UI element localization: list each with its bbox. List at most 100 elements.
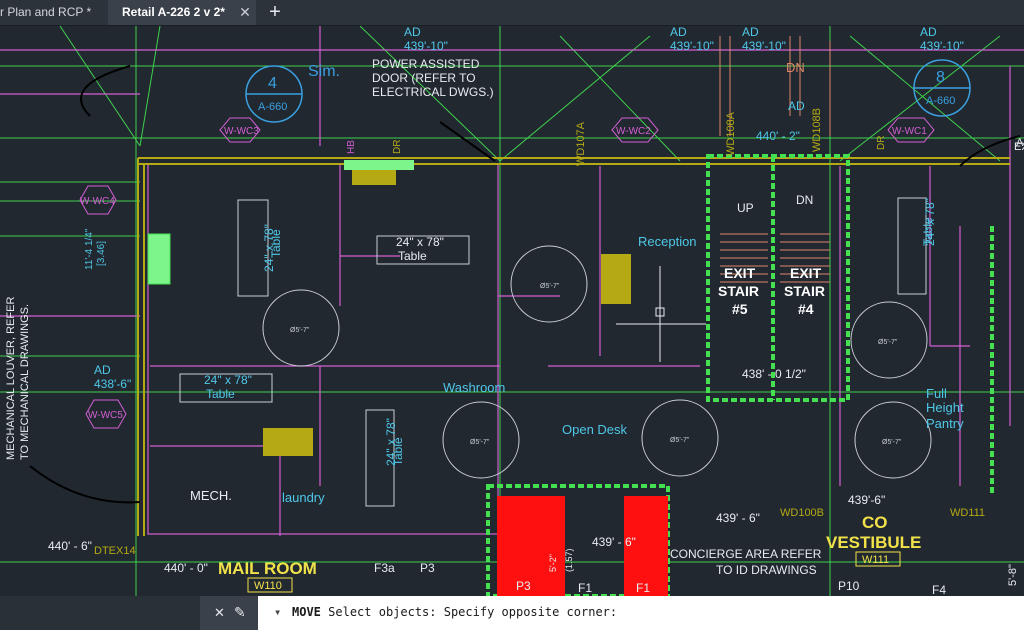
elev-440-0: 440' - 0" xyxy=(164,561,208,575)
mail-room-name: MAIL ROOM xyxy=(218,559,317,578)
round-table-4-label: Ø5'-7" xyxy=(670,437,690,444)
command-line-bar: ✕ ✎ ▾ MOVE Select objects: Specify oppos… xyxy=(0,596,1024,630)
round-table-6-label: Ø5'-7" xyxy=(882,439,902,446)
room-laundry: laundry xyxy=(282,490,325,505)
exterior-walls xyxy=(137,157,1010,536)
stair-elevation: 438' - 0 1/2" xyxy=(742,367,806,381)
command-line-controls: ✕ ✎ xyxy=(200,596,258,630)
stair-4-line-2: STAIR xyxy=(784,283,825,299)
elev-439-6-c: 439' - 6" xyxy=(592,535,636,549)
power-door-note-3: ELECTRICAL DWGS.) xyxy=(372,85,494,99)
tag-p10: P10 xyxy=(838,579,860,593)
tag-f1-2: F1 xyxy=(636,581,650,595)
tag-f4: F4 xyxy=(932,583,946,596)
ad-label-4: AD xyxy=(920,26,937,39)
elev-439-6: 439'-6" xyxy=(848,493,885,507)
tab-retail-a226[interactable]: Retail A-226 2 v 2* xyxy=(108,0,256,25)
command-name: MOVE xyxy=(292,605,321,619)
round-table-3-label: Ø5'-7" xyxy=(470,439,490,446)
power-door-note-1: POWER ASSISTED xyxy=(372,57,480,71)
co-vestibule-tag: W111 xyxy=(862,554,889,566)
mark-dr-2: DR xyxy=(876,136,887,150)
tag-f1-1: F1 xyxy=(578,581,592,595)
stair-5-line-3: #5 xyxy=(732,301,748,317)
section-markers xyxy=(245,59,971,123)
stair-4-dir: DN xyxy=(796,193,813,207)
elev-440-6: 440' - 6" xyxy=(48,539,92,553)
door-tag-wd100b: WD100B xyxy=(780,507,824,519)
table-3-size: 24" x 78" xyxy=(204,373,252,387)
dim-1-57: (1.57) xyxy=(564,548,574,572)
command-prompt-text: Select objects: Specify opposite corner: xyxy=(328,605,618,619)
command-line-input[interactable]: ▾ MOVE Select objects: Specify opposite … xyxy=(258,596,1024,630)
document-tab-bar: r Plan and RCP * Retail A-226 2 v 2* ✕ + xyxy=(0,0,1024,26)
tab-floor-plan[interactable]: r Plan and RCP * xyxy=(0,0,106,25)
close-icon[interactable]: ✕ xyxy=(214,605,225,621)
elev-439-6-b: 439' - 6" xyxy=(716,511,760,525)
drawing-canvas[interactable]: AD 439'-10" AD 439'-10" AD 439'-10" AD 4… xyxy=(0,26,1024,596)
table-5-label: Table xyxy=(921,217,935,246)
elev-label-5: 440' - 2" xyxy=(756,129,800,143)
tag-p3-1: P3 xyxy=(420,561,435,575)
room-mech: MECH. xyxy=(190,488,232,503)
wc1-tag: W-WC1 xyxy=(892,126,927,137)
round-table-1-label: Ø5'-7" xyxy=(290,327,310,334)
fixtures xyxy=(263,169,631,456)
tag-p3-2: P3 xyxy=(516,579,531,593)
stair-5-dir: UP xyxy=(737,201,754,215)
co-vestibule-line-2: VESTIBULE xyxy=(826,533,921,552)
dim-5-2: 5'-2" xyxy=(548,554,558,572)
room-pantry-3: Pantry xyxy=(926,416,964,431)
co-vestibule-line-1: CO xyxy=(862,513,888,532)
concierge-note-2: TO ID DRAWINGS xyxy=(716,563,817,577)
mark-dr-1: DR xyxy=(392,140,403,154)
door-tag-wd108b: WD108B xyxy=(811,108,823,152)
concierge-note-1: CONCIERGE AREA REFER xyxy=(670,547,822,561)
stair-5-line-2: STAIR xyxy=(718,283,759,299)
dn-label-top: DN xyxy=(786,60,805,75)
round-tables xyxy=(262,245,932,479)
mech-louver-note-2: TO MECHANICAL DRAWINGS. xyxy=(19,304,31,460)
floor-plan-drawing[interactable]: AD 439'-10" AD 439'-10" AD 439'-10" AD 4… xyxy=(0,26,1024,596)
section-8-number: 8 xyxy=(936,69,945,86)
command-history-icon[interactable]: ▾ xyxy=(274,605,281,619)
dim-11-4: 11'-4 1/4" xyxy=(84,228,95,270)
ad-label-2: AD xyxy=(670,26,687,39)
wrench-icon[interactable]: ✎ xyxy=(234,604,246,621)
table-2-size: 24" x 78" xyxy=(396,235,444,249)
close-tab-icon[interactable]: ✕ xyxy=(236,0,254,25)
round-table-5-label: Ø5'-7" xyxy=(878,339,898,346)
louver-fixture xyxy=(147,233,171,285)
stair-4-line-3: #4 xyxy=(798,301,814,317)
door-tag-wd111: WD111 xyxy=(950,507,985,519)
room-reception: Reception xyxy=(638,234,697,249)
mech-louver-note-1: MECHANICAL LOUVER, REFER xyxy=(5,297,17,460)
ad-label-6: AD xyxy=(94,363,111,377)
mail-room-tag: W110 xyxy=(254,580,282,592)
wc3-tag: W-WC3 xyxy=(224,126,259,137)
rectangular-tables xyxy=(179,197,927,507)
add-tab-icon[interactable]: + xyxy=(264,0,286,25)
elev-label-3: 439'-10" xyxy=(742,39,786,53)
dim-right: 5'-8" xyxy=(1007,564,1019,586)
leader-arrows xyxy=(29,65,1021,504)
ad-label-3: AD xyxy=(742,26,759,39)
tag-f3a: F3a xyxy=(374,561,395,575)
room-washroom: Washroom xyxy=(443,380,505,395)
wc4-tag: W-WC4 xyxy=(80,196,115,207)
sim-label: Sim. xyxy=(308,63,340,80)
table-4-label: Table xyxy=(391,437,405,466)
room-pantry-1: Full xyxy=(926,386,947,401)
elev-label-1: 439'-10" xyxy=(404,39,448,53)
mark-hb-1: HB xyxy=(346,140,357,154)
tab-floor-plan-label: r Plan and RCP * xyxy=(0,5,92,19)
ad-label-1: AD xyxy=(404,26,421,39)
tag-dtex14: DTEX14 xyxy=(94,545,136,557)
elev-label-4: 439'-10" xyxy=(920,39,964,53)
door-tag-wd108a: WD108A xyxy=(725,111,737,156)
door-tag-wd107a: WD107A xyxy=(575,121,587,166)
tab-retail-a226-label: Retail A-226 2 v 2* xyxy=(122,5,225,19)
door-fixture xyxy=(344,160,414,170)
table-3-label: Table xyxy=(206,387,235,401)
section-4-number: 4 xyxy=(268,75,277,92)
